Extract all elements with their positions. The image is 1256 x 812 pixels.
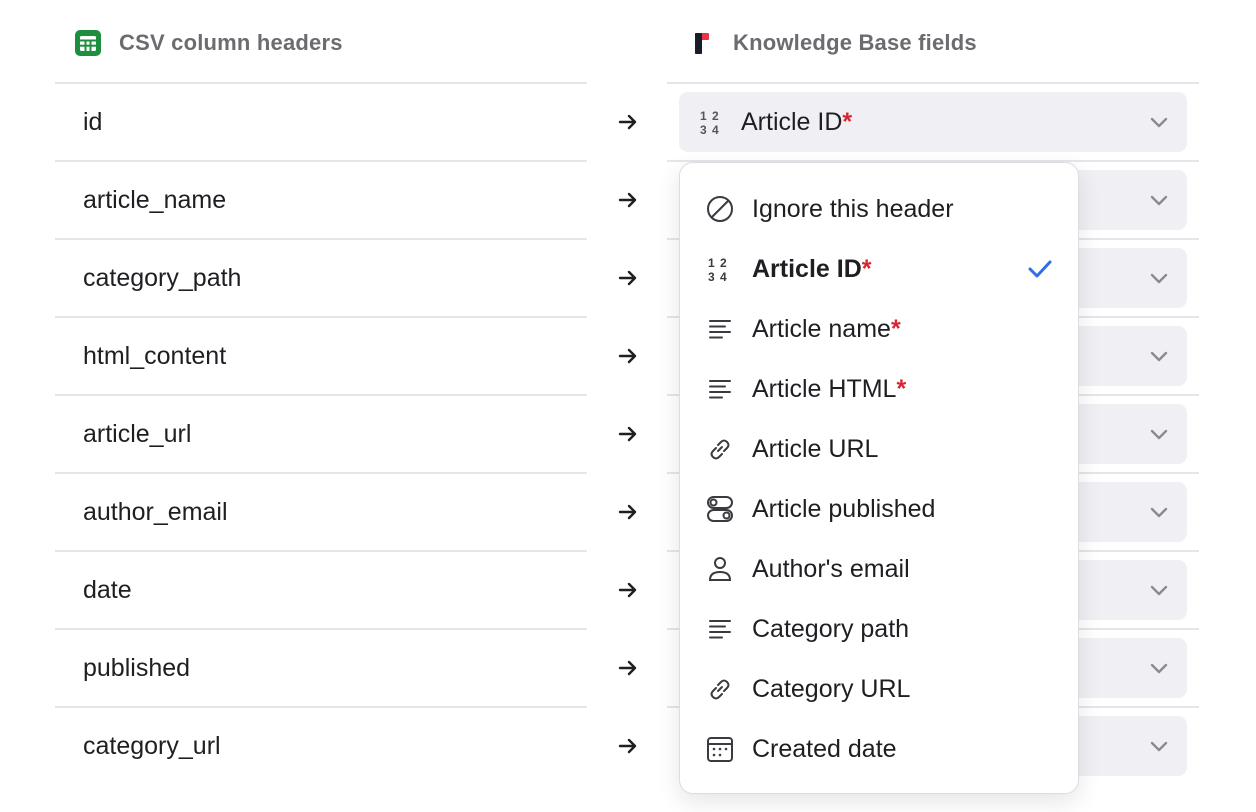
csv-column-header-label: CSV column headers xyxy=(119,30,343,55)
field-dropdown-menu: Ignore this header 1 2 3 4 Article ID* A… xyxy=(679,162,1079,794)
svg-text:2: 2 xyxy=(720,256,727,270)
text-lines-icon xyxy=(704,613,736,645)
numbers-icon: 1 2 3 4 xyxy=(704,253,736,285)
link-icon xyxy=(704,433,736,465)
option-category-path[interactable]: Category path xyxy=(680,599,1078,659)
calendar-icon xyxy=(704,733,736,765)
chevron-down-icon xyxy=(1147,656,1171,680)
arrow-right-icon xyxy=(614,395,642,473)
row-divider xyxy=(667,82,1199,84)
option-label: Created date xyxy=(752,734,897,763)
person-icon xyxy=(704,553,736,585)
chevron-down-icon xyxy=(1147,422,1171,446)
field-select-id[interactable]: 1 2 3 4 Article ID* xyxy=(679,92,1187,152)
option-label: Article HTML* xyxy=(752,374,907,403)
option-ignore-header[interactable]: Ignore this header xyxy=(680,179,1078,239)
numbers-icon: 1 2 3 4 xyxy=(697,107,727,137)
row-divider xyxy=(55,82,587,84)
option-article-html[interactable]: Article HTML* xyxy=(680,359,1078,419)
csv-header-cell: category_path xyxy=(83,263,242,292)
kb-fields-header-label: Knowledge Base fields xyxy=(733,30,977,55)
chevron-down-icon xyxy=(1147,344,1171,368)
arrow-right-icon xyxy=(614,161,642,239)
arrow-right-icon xyxy=(614,83,642,161)
required-asterisk: * xyxy=(896,374,907,403)
spreadsheet-icon xyxy=(72,27,104,59)
required-asterisk: * xyxy=(890,314,901,343)
csv-header-cell: published xyxy=(83,653,191,682)
option-label: Category URL xyxy=(752,674,911,703)
chevron-down-icon xyxy=(1147,500,1171,524)
arrow-right-icon xyxy=(614,707,642,785)
csv-column-header: CSV column headers xyxy=(72,22,343,64)
svg-text:4: 4 xyxy=(720,270,727,284)
chevron-down-icon xyxy=(1147,110,1171,134)
arrow-right-icon xyxy=(614,239,642,317)
csv-header-cell: id xyxy=(83,107,103,136)
option-label: Author's email xyxy=(752,554,910,583)
csv-header-cell: date xyxy=(83,575,132,604)
toggle-icon xyxy=(704,493,736,525)
arrow-right-icon xyxy=(614,629,642,707)
chevron-down-icon xyxy=(1147,578,1171,602)
csv-header-cell: author_email xyxy=(83,497,228,526)
arrow-right-icon xyxy=(614,551,642,629)
chevron-down-icon xyxy=(1147,266,1171,290)
option-label: Article name* xyxy=(752,314,901,343)
svg-text:3: 3 xyxy=(708,270,715,284)
kb-fields-header: Knowledge Base fields xyxy=(686,22,977,64)
brand-logo-icon xyxy=(686,27,718,59)
required-asterisk: * xyxy=(842,107,853,136)
option-label: Ignore this header xyxy=(752,194,954,223)
ban-icon xyxy=(704,193,736,225)
arrow-right-icon xyxy=(614,473,642,551)
arrow-right-icon xyxy=(614,317,642,395)
option-article-id[interactable]: 1 2 3 4 Article ID* xyxy=(680,239,1078,299)
text-lines-icon xyxy=(704,373,736,405)
csv-header-cell: article_name xyxy=(83,185,227,214)
option-created-date[interactable]: Created date xyxy=(680,719,1078,779)
option-label: Article published xyxy=(752,494,936,523)
option-article-url[interactable]: Article URL xyxy=(680,419,1078,479)
text-lines-icon xyxy=(704,313,736,345)
svg-text:1: 1 xyxy=(700,109,707,123)
svg-text:2: 2 xyxy=(712,109,719,123)
chevron-down-icon xyxy=(1147,734,1171,758)
csv-header-cell: html_content xyxy=(83,341,227,370)
option-article-published[interactable]: Article published xyxy=(680,479,1078,539)
csv-header-cell: category_url xyxy=(83,731,221,760)
field-select-value: Article ID* xyxy=(741,107,853,136)
link-icon xyxy=(704,673,736,705)
svg-text:3: 3 xyxy=(700,123,707,137)
option-label: Category path xyxy=(752,614,910,643)
option-category-url[interactable]: Category URL xyxy=(680,659,1078,719)
option-article-name[interactable]: Article name* xyxy=(680,299,1078,359)
checkmark-icon xyxy=(1026,255,1054,283)
option-author-email[interactable]: Author's email xyxy=(680,539,1078,599)
option-label: Article ID* xyxy=(752,254,872,283)
option-label: Article URL xyxy=(752,434,879,463)
svg-text:4: 4 xyxy=(712,123,719,137)
svg-text:1: 1 xyxy=(708,256,715,270)
chevron-down-icon xyxy=(1147,188,1171,212)
required-asterisk: * xyxy=(861,254,872,283)
csv-header-cell: article_url xyxy=(83,419,192,448)
